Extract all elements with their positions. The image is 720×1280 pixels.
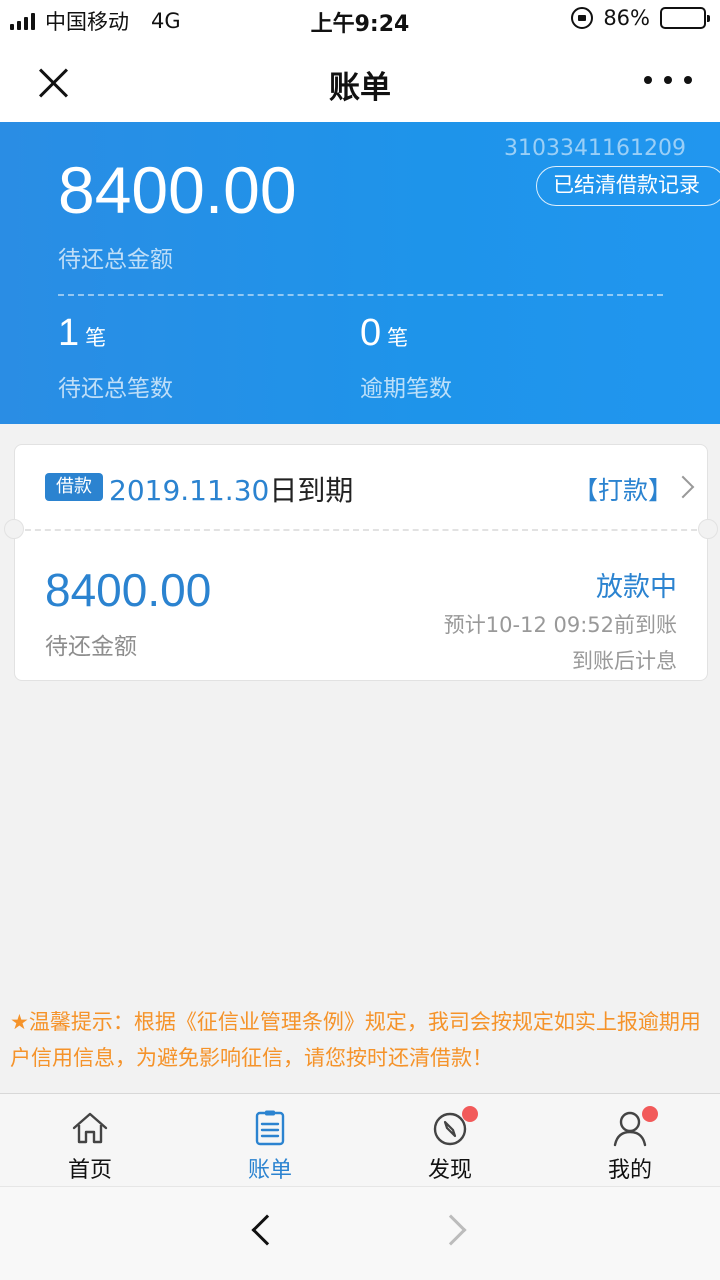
due-date-suffix: 日到期 <box>269 474 354 507</box>
tab-home[interactable]: 首页 <box>0 1094 180 1186</box>
tab-discover[interactable]: 发现 <box>360 1094 540 1186</box>
loan-id: 3103341161209 <box>504 136 686 161</box>
pending-count-stat: 1笔 待还总笔数 <box>58 312 173 403</box>
battery-icon <box>660 7 710 29</box>
overdue-count: 0 <box>360 312 382 354</box>
overdue-count-stat: 0笔 逾期笔数 <box>360 312 452 403</box>
bill-summary: 3103341161209 已结清借款记录 8400.00 待还总金额 1笔 待… <box>0 122 720 424</box>
more-icon[interactable] <box>644 70 692 90</box>
home-icon <box>72 1112 108 1144</box>
tab-home-label: 首页 <box>67 1158 112 1183</box>
back-arrow-icon[interactable] <box>251 1214 283 1246</box>
status-bar: 中国移动 4G 上午9:24 86% <box>0 0 720 40</box>
interest-note: 到账后计息 <box>572 649 677 673</box>
card-perforation <box>15 529 707 531</box>
warning-tip: ★温馨提示：根据《征信业管理条例》规定，我司会按规定如实上报逾期用户信用信息，为… <box>10 1010 701 1070</box>
browser-toolbar <box>0 1186 720 1280</box>
forward-arrow-icon[interactable] <box>435 1214 467 1246</box>
due-date: 2019.11.30日到期 <box>109 469 353 509</box>
status-right: 86% <box>571 6 710 30</box>
bill-card-header[interactable]: 借款 2019.11.30日到期 【打款】 <box>15 445 707 529</box>
total-amount-label: 待还总金额 <box>58 247 173 273</box>
tab-bar: 首页 账单 发现 我的 <box>0 1093 720 1186</box>
discover-badge <box>462 1106 478 1122</box>
card-notch-left <box>4 519 24 539</box>
mine-badge <box>642 1106 658 1122</box>
chevron-right-icon[interactable] <box>671 475 695 499</box>
bill-icon <box>255 1110 285 1146</box>
total-amount: 8400.00 <box>58 153 297 227</box>
pending-count-label: 待还总笔数 <box>58 376 173 402</box>
summary-divider <box>58 294 663 296</box>
tab-bill[interactable]: 账单 <box>180 1094 360 1186</box>
overdue-count-label: 逾期笔数 <box>360 376 452 402</box>
pay-link[interactable]: 【打款】 <box>573 471 673 507</box>
due-date-value: 2019.11.30 <box>109 474 270 507</box>
page-title: 账单 <box>329 70 391 106</box>
loan-status: 放款中 <box>596 572 677 603</box>
tab-discover-label: 发现 <box>427 1158 472 1183</box>
pending-count: 1 <box>58 312 80 354</box>
nav-bar: 账单 <box>0 40 720 122</box>
pending-unit: 笔 <box>85 326 107 350</box>
card-notch-right <box>698 519 718 539</box>
due-amount: 8400.00 <box>45 564 212 616</box>
bill-card[interactable]: 借款 2019.11.30日到期 【打款】 8400.00 待还金额 放款中 预… <box>4 444 718 681</box>
overdue-unit: 笔 <box>387 326 409 350</box>
arrival-eta: 预计10-12 09:52前到账 <box>443 613 677 637</box>
tab-mine-label: 我的 <box>607 1158 652 1183</box>
settled-records-button[interactable]: 已结清借款记录 <box>536 166 720 206</box>
tab-bill-label: 账单 <box>247 1158 292 1183</box>
battery-percent: 86% <box>603 6 650 30</box>
rotation-lock-icon <box>571 7 594 29</box>
tab-mine[interactable]: 我的 <box>540 1094 720 1186</box>
loan-tag: 借款 <box>45 473 103 501</box>
due-amount-label: 待还金额 <box>45 634 137 660</box>
